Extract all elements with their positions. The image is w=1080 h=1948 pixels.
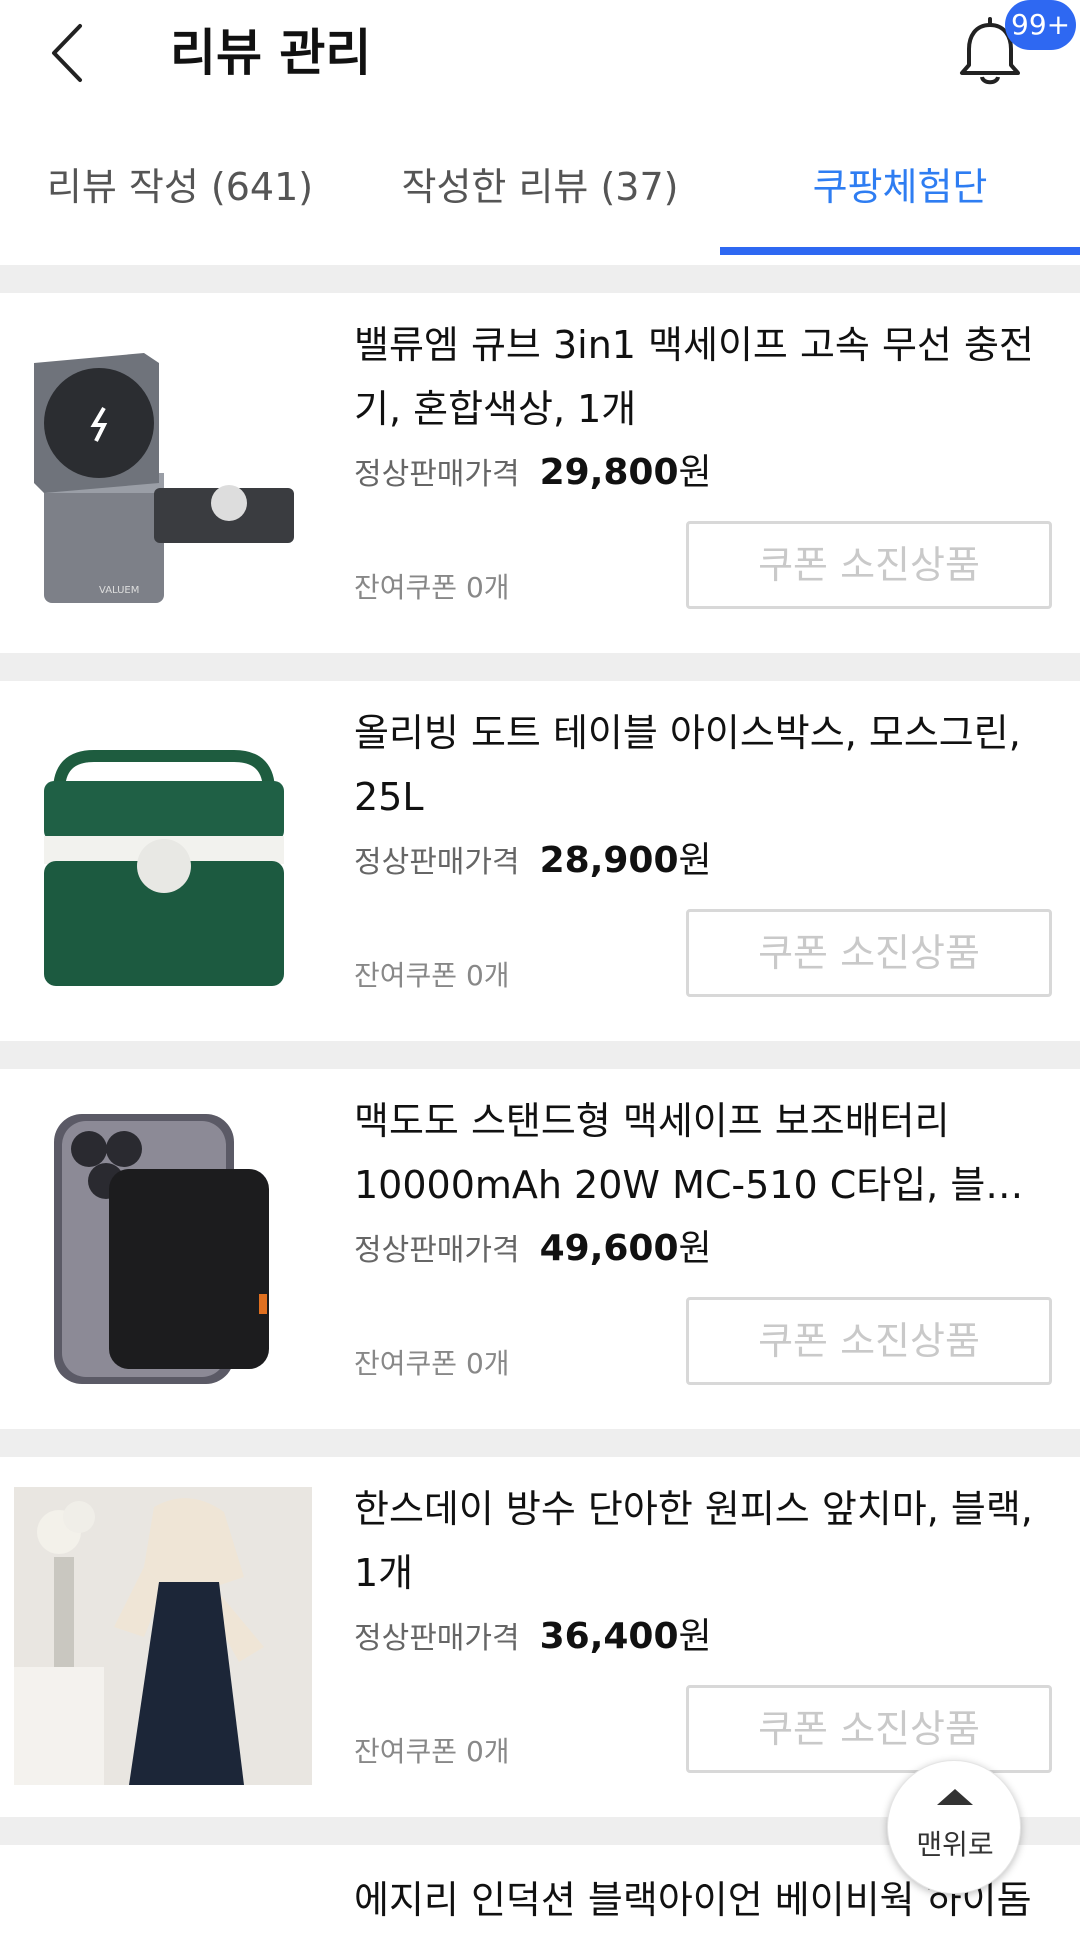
icebox-image	[14, 711, 312, 1009]
coupon-sold-out-button[interactable]: 쿠폰 소진상품	[686, 909, 1052, 997]
svg-text:VALUEM: VALUEM	[99, 585, 139, 596]
price-value: 49,600	[539, 1228, 679, 1269]
product-card[interactable]: 한스데이 방수 단아한 원피스 앞치마, 블랙, 1개 정상판매가격 36,400…	[0, 1457, 1080, 1817]
remaining-coupons: 잔여쿠폰 0개	[354, 1347, 510, 1380]
currency-suffix: 원	[678, 1616, 712, 1657]
scroll-to-top-button[interactable]: 맨위로	[887, 1760, 1021, 1894]
price-label: 정상판매가격	[354, 1233, 520, 1268]
price-row: 정상판매가격 29,800원	[354, 443, 712, 503]
price-row: 정상판매가격 49,600원	[354, 1219, 712, 1279]
tab-coupang-experience[interactable]: 쿠팡체험단	[720, 110, 1080, 255]
coupon-sold-out-button[interactable]: 쿠폰 소진상품	[686, 1685, 1052, 1773]
price-label: 정상판매가격	[354, 457, 520, 492]
coupon-sold-out-button[interactable]: 쿠폰 소진상품	[686, 521, 1052, 609]
remaining-coupons: 잔여쿠폰 0개	[354, 571, 510, 604]
scroll-to-top-label: 맨위로	[916, 1828, 994, 1861]
tab-write-review[interactable]: 리뷰 작성 (641)	[20, 110, 340, 255]
remaining-coupons: 잔여쿠폰 0개	[354, 1735, 510, 1768]
product-name[interactable]: 올리빙 도트 테이블 아이스박스, 모스그린, 25L	[354, 701, 1054, 829]
price-value: 36,400	[539, 1616, 679, 1657]
product-name[interactable]: 밸류엠 큐브 3in1 맥세이프 고속 무선 충전기, 혼합색상, 1개	[354, 313, 1054, 441]
currency-suffix: 원	[678, 840, 712, 881]
power-bank-image	[14, 1099, 312, 1397]
currency-suffix: 원	[678, 1228, 712, 1269]
apron-image	[14, 1487, 312, 1785]
price-value: 28,900	[539, 840, 679, 881]
price-label: 정상판매가격	[354, 845, 520, 880]
product-name[interactable]: 한스데이 방수 단아한 원피스 앞치마, 블랙, 1개	[354, 1477, 1054, 1605]
price-row: 정상판매가격 36,400원	[354, 1607, 712, 1667]
notification-badge: 99+	[1005, 0, 1077, 50]
product-card[interactable]: 올리빙 도트 테이블 아이스박스, 모스그린, 25L 정상판매가격 28,900…	[0, 681, 1080, 1041]
tab-written-reviews[interactable]: 작성한 리뷰 (37)	[380, 110, 700, 255]
wireless-charger-image: VALUEM	[14, 323, 312, 621]
price-row: 정상판매가격 28,900원	[354, 831, 712, 891]
price-label: 정상판매가격	[354, 1621, 520, 1656]
price-value: 29,800	[539, 452, 679, 493]
app-header: 리뷰 관리 99+	[0, 0, 1080, 110]
product-card[interactable]: 맥도도 스탠드형 맥세이프 보조배터리 10000mAh 20W MC-510 …	[0, 1069, 1080, 1429]
page-title: 리뷰 관리	[170, 24, 372, 82]
remaining-coupons: 잔여쿠폰 0개	[354, 959, 510, 992]
back-arrow-icon[interactable]	[42, 18, 102, 88]
coupon-sold-out-button[interactable]: 쿠폰 소진상품	[686, 1297, 1052, 1385]
section-divider	[0, 1429, 1080, 1457]
section-divider	[0, 653, 1080, 681]
tab-bar: 리뷰 작성 (641) 작성한 리뷰 (37) 쿠팡체험단	[0, 110, 1080, 255]
section-divider	[0, 1041, 1080, 1069]
active-tab-indicator	[720, 247, 1080, 255]
product-card[interactable]: VALUEM 밸류엠 큐브 3in1 맥세이프 고속 무선 충전기, 혼합색상,…	[0, 293, 1080, 653]
product-name[interactable]: 맥도도 스탠드형 맥세이프 보조배터리 10000mAh 20W MC-510 …	[354, 1089, 1054, 1217]
up-arrow-icon	[937, 1789, 973, 1805]
section-divider	[0, 265, 1080, 293]
currency-suffix: 원	[678, 452, 712, 493]
